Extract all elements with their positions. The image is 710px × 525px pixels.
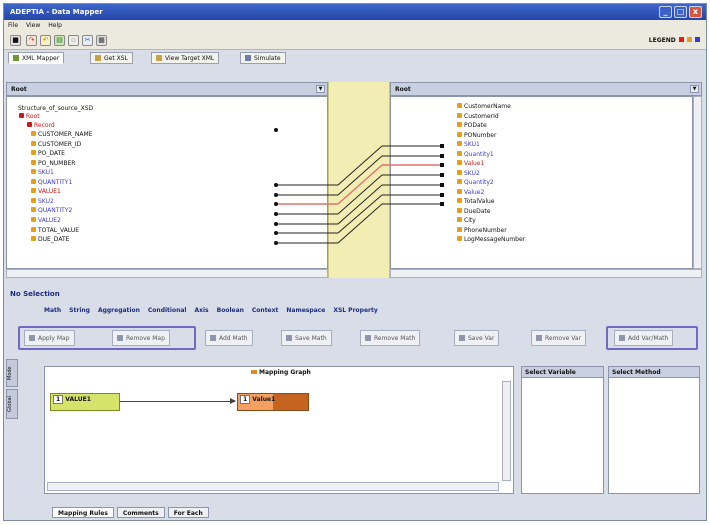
remove-var-button[interactable]: Remove Var <box>531 330 587 346</box>
tab-axis[interactable]: Axis <box>194 307 208 314</box>
select-method-panel[interactable]: Select Method <box>608 366 700 494</box>
tab-for-each[interactable]: For Each <box>167 507 209 518</box>
select-variable-panel[interactable]: Select Variable <box>521 366 604 494</box>
function-tabs: Math String Aggregation Conditional Axis… <box>44 307 378 314</box>
tab-string[interactable]: String <box>69 307 90 314</box>
button-label: Remove Math <box>374 335 416 342</box>
graph-horizontal-scrollbar[interactable] <box>47 482 499 491</box>
source-node-index: 1 <box>53 395 64 404</box>
graph-icon <box>251 370 257 374</box>
tab-namespace[interactable]: Namespace <box>286 307 325 314</box>
target-node-label: Value1 <box>252 396 276 403</box>
tab-comments[interactable]: Comments <box>116 507 165 518</box>
tab-conditional[interactable]: Conditional <box>148 307 187 314</box>
tab-mode[interactable]: Mode <box>6 359 18 387</box>
graph-connector <box>120 401 235 402</box>
application-window: ADEPTIA - Data Mapper _ □ x File View He… <box>3 3 707 521</box>
remove-math-button[interactable]: Remove Math <box>360 330 421 346</box>
graph-vertical-scrollbar[interactable] <box>502 381 511 481</box>
button-label: Remove Var <box>545 335 582 342</box>
button-label: Add Math <box>219 335 248 342</box>
arrow-icon <box>230 398 236 404</box>
tab-mapping-rules[interactable]: Mapping Rules <box>52 507 114 518</box>
add-math-button[interactable]: Add Math <box>205 330 253 346</box>
tab-global[interactable]: Global <box>6 389 18 419</box>
add-var-highlight <box>606 326 698 350</box>
select-variable-label: Select Variable <box>522 367 603 378</box>
graph-title-label: Mapping Graph <box>259 369 311 376</box>
tab-context[interactable]: Context <box>252 307 278 314</box>
save-var-button[interactable]: Save Var <box>454 330 500 346</box>
remove-icon <box>365 335 371 341</box>
tab-math[interactable]: Math <box>44 307 61 314</box>
save-math-button[interactable]: Save Math <box>281 330 332 346</box>
mapping-graph[interactable]: Mapping Graph 1 VALUE1 1 Value1 <box>44 366 514 494</box>
bottom-tabs: Mapping Rules Comments For Each <box>52 507 209 518</box>
select-method-label: Select Method <box>609 367 699 378</box>
save-icon <box>286 335 292 341</box>
button-label: Save Var <box>468 335 495 342</box>
remove-icon <box>536 335 542 341</box>
add-icon <box>210 335 216 341</box>
graph-title: Mapping Graph <box>251 369 311 376</box>
selection-title: No Selection <box>10 290 60 298</box>
target-node[interactable]: 1 Value1 <box>237 393 309 411</box>
side-tabs: Mode Global <box>6 359 18 477</box>
tab-boolean[interactable]: Boolean <box>217 307 244 314</box>
source-node[interactable]: 1 VALUE1 <box>50 393 120 411</box>
tab-xsl-property[interactable]: XSL Property <box>333 307 377 314</box>
map-actions-highlight <box>18 326 196 350</box>
tab-aggregation[interactable]: Aggregation <box>98 307 140 314</box>
target-node-index: 1 <box>240 395 251 404</box>
button-label: Save Math <box>295 335 327 342</box>
save-icon <box>459 335 465 341</box>
mapping-lines <box>274 128 444 245</box>
source-node-label: VALUE1 <box>65 396 91 403</box>
